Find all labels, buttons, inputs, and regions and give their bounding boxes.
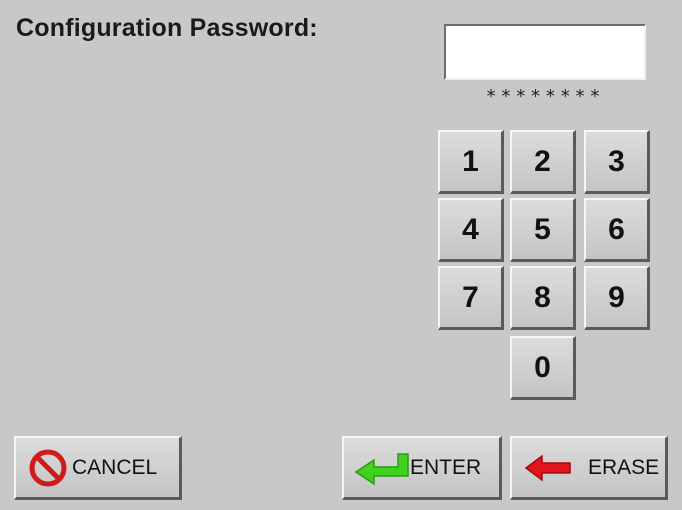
key-5[interactable]: 5 xyxy=(510,198,576,262)
erase-label: ERASE xyxy=(588,455,660,479)
password-mask: ******** xyxy=(485,86,605,107)
page-title: Configuration Password: xyxy=(16,14,318,42)
key-7[interactable]: 7 xyxy=(438,266,504,330)
key-0[interactable]: 0 xyxy=(510,336,576,400)
enter-button[interactable]: ENTER xyxy=(342,436,502,500)
enter-label: ENTER xyxy=(410,455,482,479)
key-3[interactable]: 3 xyxy=(584,130,650,194)
cancel-label: CANCEL xyxy=(72,455,158,479)
erase-button[interactable]: ERASE xyxy=(510,436,668,500)
key-6[interactable]: 6 xyxy=(584,198,650,262)
cancel-button[interactable]: CANCEL xyxy=(14,436,182,500)
key-2[interactable]: 2 xyxy=(510,130,576,194)
prohibited-icon xyxy=(28,448,68,488)
left-arrow-icon xyxy=(524,453,574,483)
key-1[interactable]: 1 xyxy=(438,130,504,194)
key-8[interactable]: 8 xyxy=(510,266,576,330)
key-4[interactable]: 4 xyxy=(438,198,504,262)
key-9[interactable]: 9 xyxy=(584,266,650,330)
password-field[interactable] xyxy=(444,24,646,80)
enter-arrow-icon xyxy=(354,450,410,486)
